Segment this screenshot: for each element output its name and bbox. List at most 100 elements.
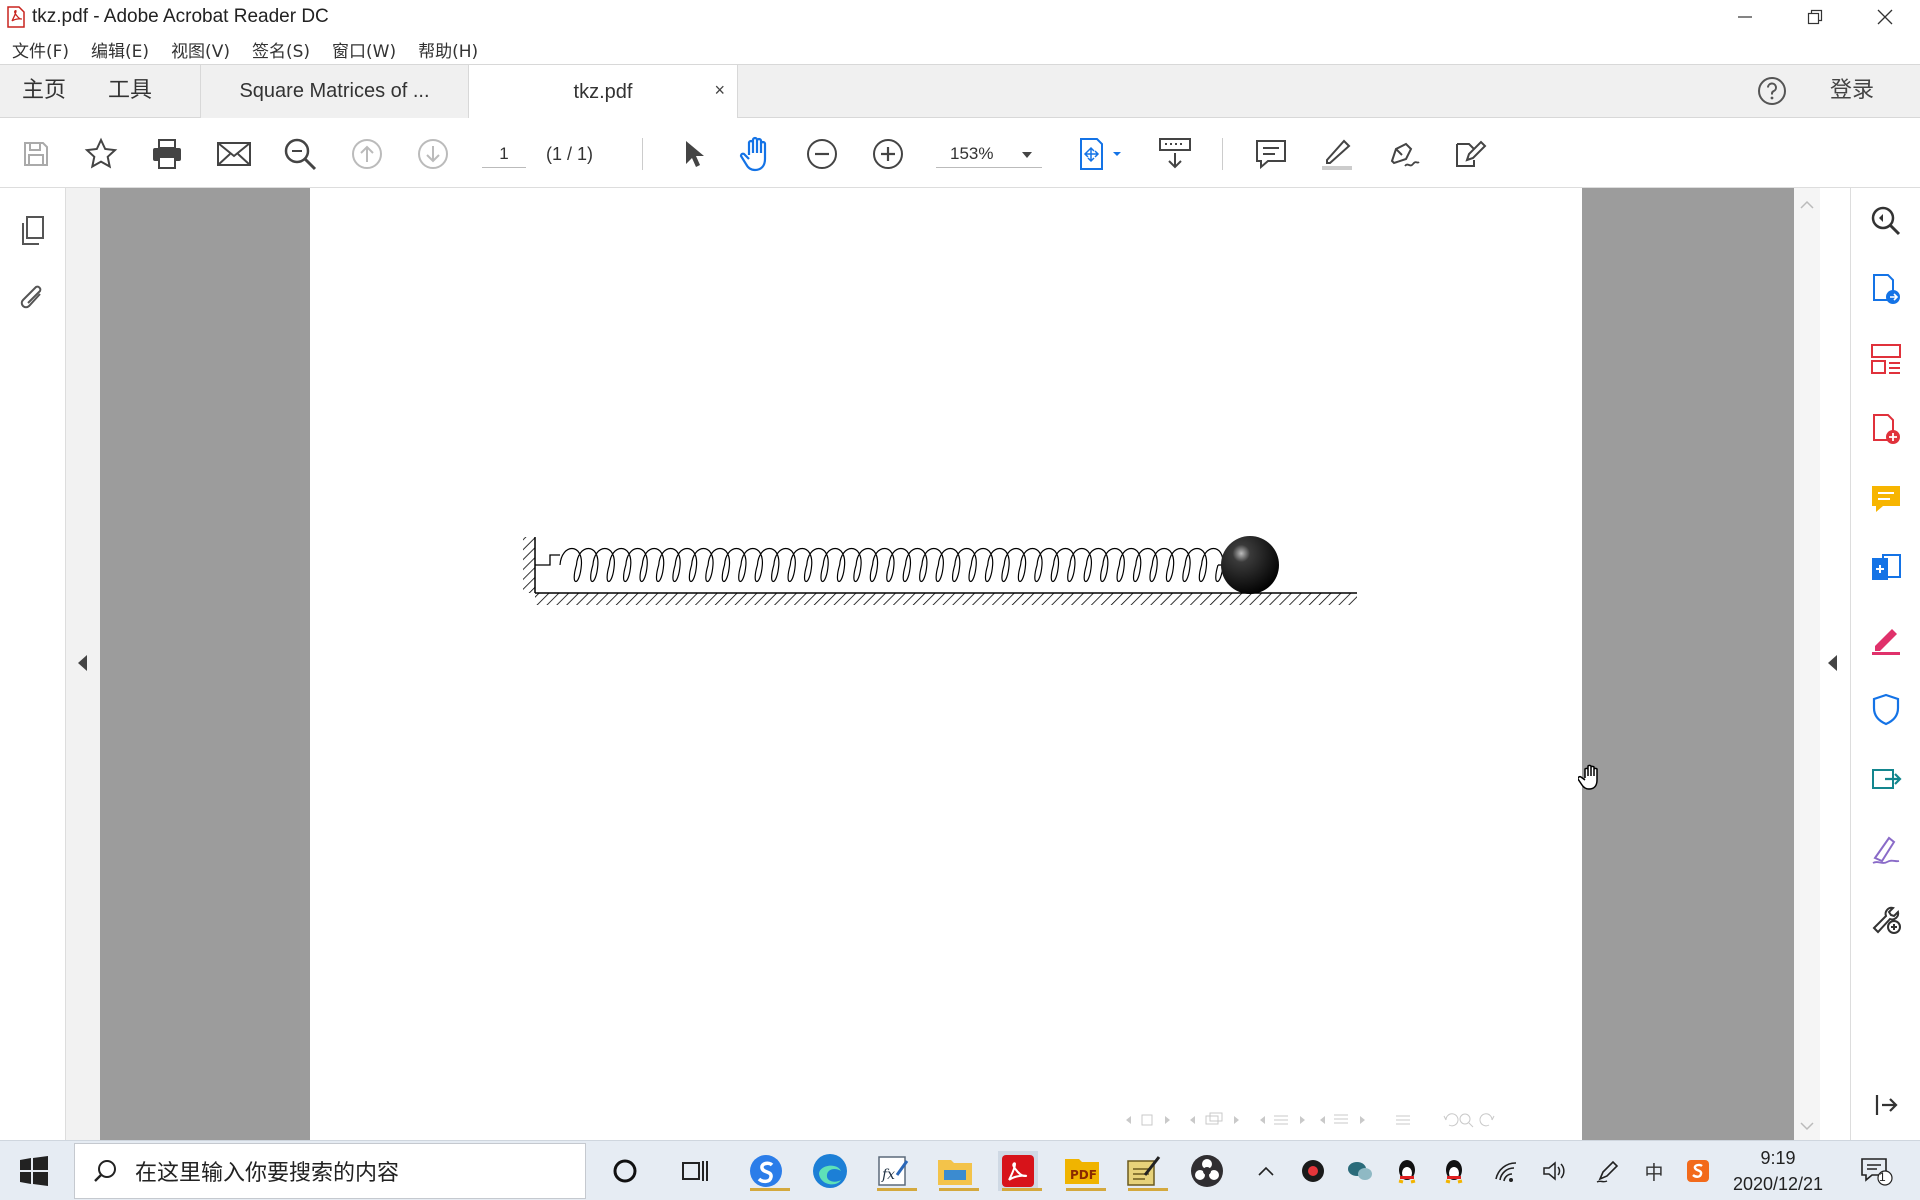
notification-icon [1861, 1158, 1893, 1186]
taskbar-math-editor[interactable]: fx [873, 1151, 917, 1191]
signature-pen-icon [1872, 836, 1900, 864]
menu-view[interactable]: 视图(V) [171, 37, 230, 62]
save-button[interactable] [17, 135, 55, 173]
tool-fill-sign[interactable] [1867, 620, 1905, 658]
running-indicator [1128, 1188, 1168, 1191]
taskbar-pdf-editor[interactable]: PDF [1062, 1151, 1106, 1191]
tool-request-signature[interactable] [1867, 830, 1905, 868]
taskbar-obs[interactable] [1187, 1151, 1227, 1191]
running-indicator [939, 1188, 979, 1191]
restore-button[interactable] [1780, 0, 1850, 34]
tray-pen-ink[interactable] [1594, 1157, 1622, 1185]
action-center-button[interactable]: 1 [1856, 1157, 1896, 1186]
chevron-up-icon [1258, 1166, 1274, 1176]
tool-send-for-review[interactable] [1867, 760, 1905, 798]
document-view[interactable] [66, 188, 1794, 1140]
spring-connector [535, 554, 560, 566]
collapse-tools-pane-button[interactable] [1867, 1086, 1905, 1124]
tool-search[interactable] [1867, 202, 1905, 240]
tool-export-pdf[interactable] [1867, 270, 1905, 308]
tray-show-hidden[interactable] [1252, 1157, 1280, 1185]
taskbar-search-box[interactable]: 在这里输入你要搜索的内容 [74, 1143, 586, 1199]
taskbar-acrobat-reader[interactable] [998, 1151, 1042, 1191]
find-button[interactable] [281, 135, 319, 173]
tray-qq-2[interactable] [1440, 1157, 1468, 1185]
collapse-right-panel-button[interactable] [1828, 655, 1837, 671]
floor-hatching [535, 593, 1357, 605]
menu-edit[interactable]: 编辑(E) [91, 37, 149, 62]
tool-organize-pages[interactable] [1867, 340, 1905, 378]
taskbar-notepad-tool[interactable] [1124, 1151, 1168, 1191]
tab-home[interactable]: 主页 [22, 65, 66, 117]
tray-qq-1[interactable] [1393, 1157, 1421, 1185]
collapse-left-panel-button[interactable] [78, 655, 87, 671]
tray-sogou-ime[interactable] [1684, 1157, 1712, 1185]
save-icon [24, 142, 48, 166]
tab-tools[interactable]: 工具 [108, 65, 152, 117]
spring-coil-path [559, 548, 1224, 583]
floating-page-controls[interactable] [1120, 1110, 1560, 1130]
tool-combine-files[interactable] [1867, 550, 1905, 588]
search-icon [94, 1160, 116, 1182]
page-number-input[interactable]: 1 [482, 140, 526, 168]
tool-more-tools[interactable] [1867, 900, 1905, 938]
pane-collapse-icon [1875, 1095, 1898, 1115]
cortana-button[interactable] [605, 1151, 645, 1191]
wechat-icon [1348, 1162, 1372, 1180]
menu-help[interactable]: 帮助(H) [418, 37, 478, 62]
tab-document-tkz[interactable]: tkz.pdf × [468, 65, 738, 119]
menu-window[interactable]: 窗口(W) [332, 37, 396, 62]
tray-wechat[interactable] [1346, 1157, 1374, 1185]
minimize-button[interactable] [1710, 0, 1780, 34]
tool-create-pdf[interactable] [1867, 410, 1905, 448]
close-window-button[interactable] [1850, 0, 1920, 34]
taskbar-sogou-browser[interactable] [746, 1151, 790, 1191]
hand-tool-button[interactable] [738, 135, 776, 173]
organize-pages-icon [1871, 344, 1901, 374]
vertical-scrollbar[interactable] [1794, 188, 1820, 1140]
help-icon[interactable] [1756, 75, 1788, 107]
previous-page-button[interactable] [348, 135, 386, 173]
next-page-button[interactable] [414, 135, 452, 173]
zoom-in-button[interactable] [869, 135, 907, 173]
sign-button[interactable] [1384, 135, 1422, 173]
tool-protect[interactable] [1867, 690, 1905, 728]
taskbar-file-explorer[interactable] [935, 1151, 979, 1191]
email-button[interactable] [215, 135, 253, 173]
highlight-button[interactable] [1318, 135, 1356, 173]
zoom-level-select[interactable]: 153% [936, 140, 1042, 168]
tab-close-button[interactable]: × [714, 80, 725, 101]
tool-comment[interactable] [1867, 480, 1905, 518]
tray-ime-mode[interactable]: 中 [1640, 1157, 1668, 1185]
scroll-mode-button[interactable] [1156, 135, 1194, 173]
tab-document-square-matrices[interactable]: Square Matrices of ... [200, 65, 468, 118]
printer-icon [153, 139, 181, 169]
print-button[interactable] [148, 135, 186, 173]
taskbar-edge[interactable] [810, 1151, 850, 1191]
math-editor-icon: fx [878, 1156, 909, 1186]
comment-button[interactable] [1252, 135, 1290, 173]
attachments-button[interactable] [14, 280, 52, 318]
login-button[interactable]: 登录 [1830, 65, 1874, 117]
windows-start-icon[interactable] [18, 1155, 50, 1187]
bookmark-star-button[interactable] [82, 135, 120, 173]
menu-sign[interactable]: 签名(S) [252, 37, 310, 62]
wrench-plus-icon [1872, 906, 1901, 934]
fill-sign-button[interactable] [1450, 135, 1488, 173]
page-fit-button[interactable] [1075, 135, 1127, 173]
zoom-out-button[interactable] [803, 135, 841, 173]
tray-network[interactable] [1492, 1157, 1520, 1185]
select-tool-button[interactable] [673, 135, 711, 173]
scroll-arrows [1800, 200, 1814, 1131]
sogou-ime-icon [1687, 1160, 1709, 1182]
windows-taskbar: 在这里输入你要搜索的内容 fx PDF 中 9:19 2020/12/21 1 [0, 1140, 1920, 1200]
page-thumbnails-button[interactable] [14, 212, 52, 250]
speaker-icon [1543, 1161, 1565, 1181]
task-view-button[interactable] [675, 1151, 715, 1191]
tray-volume[interactable] [1540, 1157, 1568, 1185]
window-title: tkz.pdf - Adobe Acrobat Reader DC [32, 6, 329, 27]
menu-file[interactable]: 文件(F) [12, 37, 69, 62]
tray-app-1[interactable] [1299, 1157, 1327, 1185]
toolbar-divider [642, 138, 643, 170]
taskbar-clock[interactable]: 9:19 2020/12/21 [1720, 1145, 1836, 1197]
